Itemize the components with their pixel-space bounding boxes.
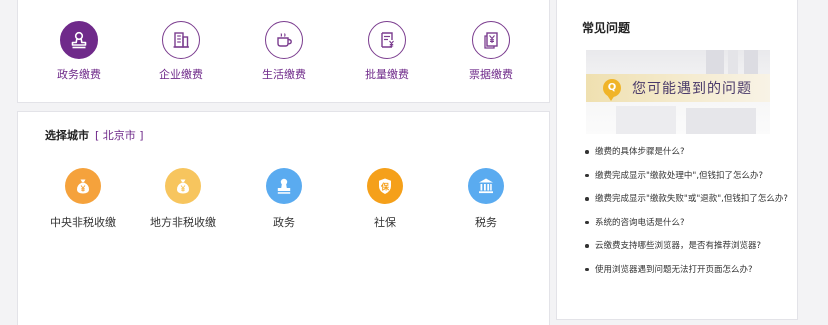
bracket-open: [ — [95, 129, 100, 142]
service-label: 社保 — [374, 216, 396, 229]
service-tax[interactable]: 税务 — [441, 168, 531, 230]
payment-category-panel: 政务缴费 企业缴费 生活缴费 批量缴费 票据缴费 — [17, 0, 550, 103]
banner-building-shape — [686, 108, 756, 134]
stamp-icon — [60, 21, 98, 59]
question-badge-icon: Q — [603, 79, 621, 101]
faq-heading: 常见问题 — [582, 21, 631, 35]
faq-item[interactable]: 缴费的具体步骤是什么? — [585, 146, 788, 170]
faq-item[interactable]: 使用浏览器遇到问题无法打开页面怎么办? — [585, 264, 788, 288]
faq-item[interactable]: 缴费完成显示"缴款处理中",但钱扣了怎么办? — [585, 170, 788, 194]
service-label: 税务 — [475, 216, 497, 229]
service-central-non-tax[interactable]: 中央非税收缴 — [38, 168, 128, 230]
category-receipt-payment[interactable]: 票据缴费 — [451, 21, 531, 82]
service-government[interactable]: 政务 — [239, 168, 329, 230]
category-batch-payment[interactable]: 批量缴费 — [347, 21, 427, 82]
category-label: 政务缴费 — [57, 68, 101, 81]
category-label: 批量缴费 — [365, 68, 409, 81]
faq-item[interactable]: 系统的咨询电话是什么? — [585, 217, 788, 241]
bank-icon — [468, 168, 504, 204]
category-government-payment[interactable]: 政务缴费 — [39, 21, 119, 82]
coffee-cup-icon — [265, 21, 303, 59]
category-label: 生活缴费 — [262, 68, 306, 81]
select-city-heading: 选择城市 — [45, 129, 89, 142]
bracket-close: ] — [139, 129, 144, 142]
faq-panel: 常见问题 Q 您可能遇到的问题 缴费的具体步骤是什么? 缴费完成显示"缴款处理中… — [556, 0, 798, 320]
service-label: 地方非税收缴 — [150, 216, 216, 229]
category-label: 企业缴费 — [159, 68, 203, 81]
banner-building-shape — [744, 50, 758, 74]
current-city-selector[interactable]: [ 北京市 ] — [95, 127, 144, 143]
category-life-payment[interactable]: 生活缴费 — [244, 21, 324, 82]
receipt-yen-icon — [472, 21, 510, 59]
city-services-panel: 选择城市 [ 北京市 ] 中央非税收缴 地方非税收缴 政务 保 社保 税务 — [17, 111, 550, 325]
category-label: 票据缴费 — [469, 68, 513, 81]
faq-list: 缴费的具体步骤是什么? 缴费完成显示"缴款处理中",但钱扣了怎么办? 缴费完成显… — [585, 146, 788, 287]
faq-item[interactable]: 缴费完成显示"缴款失败"或"退款",但钱扣了怎么办? — [585, 193, 788, 217]
banner-building-shape — [728, 50, 738, 74]
banner-title: 您可能遇到的问题 — [632, 81, 752, 97]
bill-yen-icon — [368, 21, 406, 59]
building-icon — [162, 21, 200, 59]
stamp-icon — [266, 168, 302, 204]
service-label: 政务 — [273, 216, 295, 229]
faq-item[interactable]: 云缴费支持哪些浏览器，是否有推荐浏览器? — [585, 240, 788, 264]
banner-building-shape — [706, 50, 724, 74]
svg-text:保: 保 — [380, 181, 390, 191]
category-enterprise-payment[interactable]: 企业缴费 — [141, 21, 221, 82]
faq-banner[interactable]: Q 您可能遇到的问题 — [586, 50, 770, 134]
banner-building-shape — [616, 106, 676, 134]
money-bag-icon — [165, 168, 201, 204]
service-label: 中央非税收缴 — [50, 216, 116, 229]
service-social-security[interactable]: 保 社保 — [340, 168, 430, 230]
current-city-name: 北京市 — [102, 129, 136, 142]
service-local-non-tax[interactable]: 地方非税收缴 — [138, 168, 228, 230]
shield-icon: 保 — [367, 168, 403, 204]
money-bag-icon — [65, 168, 101, 204]
